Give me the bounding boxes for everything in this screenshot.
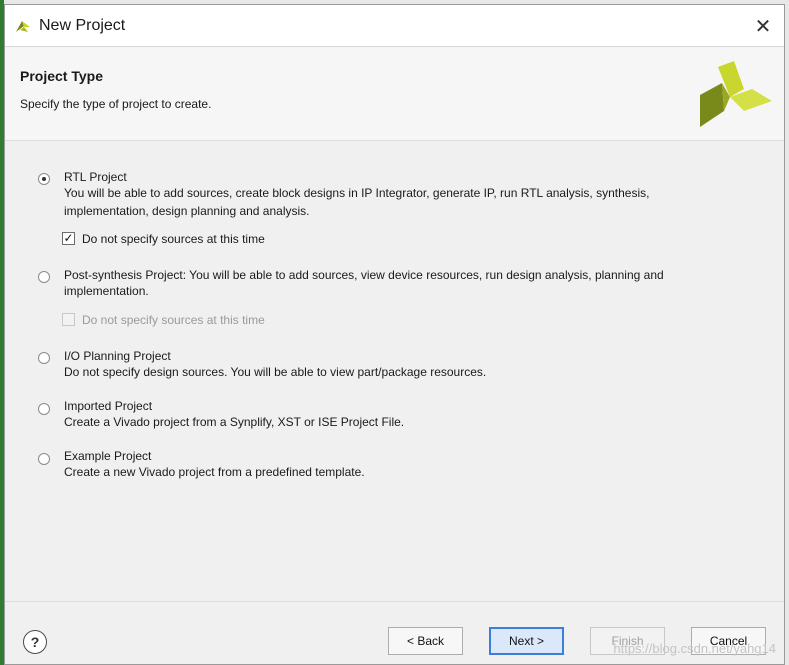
option-desc-example: Create a new Vivado project from a prede…	[64, 465, 365, 479]
title-bar: New Project ✕	[5, 5, 784, 47]
help-icon: ?	[30, 634, 40, 650]
new-project-dialog: New Project ✕ Project Type Specify the t…	[4, 4, 785, 665]
next-button[interactable]: Next >	[489, 627, 564, 655]
checkbox-no-sources-rtl[interactable]: ✓	[62, 232, 75, 245]
help-button[interactable]: ?	[23, 630, 47, 654]
dialog-footer: ? < Back Next > Finish Cancel https://bl…	[5, 601, 784, 664]
page-header: Project Type Specify the type of project…	[5, 47, 784, 141]
radio-rtl-project[interactable]	[38, 173, 50, 185]
page-title: Project Type	[20, 68, 103, 84]
option-desc-line: implementation, design planning and anal…	[64, 204, 310, 218]
option-desc-line: You will be able to add sources, create …	[64, 186, 650, 200]
radio-example-project[interactable]	[38, 453, 50, 465]
option-title-rtl-project[interactable]: RTL Project	[64, 170, 127, 184]
option-desc-rtl-project: You will be able to add sources, create …	[64, 184, 649, 220]
option-desc-io-planning: Do not specify design sources. You will …	[64, 365, 487, 379]
radio-io-planning-project[interactable]	[38, 352, 50, 364]
checkbox-label-no-sources-post-synthesis: Do not specify sources at this time	[82, 313, 265, 327]
checkbox-label-no-sources-rtl[interactable]: Do not specify sources at this time	[82, 232, 265, 246]
option-title-imported[interactable]: Imported Project	[64, 399, 152, 413]
watermark-text: https://blog.csdn.net/yahg14	[613, 641, 776, 656]
close-icon: ✕	[754, 15, 772, 38]
close-button[interactable]: ✕	[742, 5, 784, 47]
vivado-logo-icon	[700, 61, 772, 127]
window-title: New Project	[39, 17, 126, 34]
checkbox-no-sources-post-synthesis	[62, 313, 75, 326]
option-title-io-planning[interactable]: I/O Planning Project	[64, 349, 171, 363]
radio-imported-project[interactable]	[38, 403, 50, 415]
option-desc-imported: Create a Vivado project from a Synplify,…	[64, 415, 405, 429]
option-title-post-synthesis[interactable]: Post-synthesis Project: You will be able…	[64, 268, 664, 282]
back-button[interactable]: < Back	[388, 627, 463, 655]
option-title-example[interactable]: Example Project	[64, 449, 151, 463]
vivado-app-icon	[16, 21, 30, 32]
option-desc-post-synthesis: implementation.	[64, 284, 149, 298]
radio-post-synthesis-project[interactable]	[38, 271, 50, 283]
project-type-options: RTL Project You will be able to add sour…	[5, 141, 784, 601]
page-subtitle: Specify the type of project to create.	[20, 97, 212, 111]
